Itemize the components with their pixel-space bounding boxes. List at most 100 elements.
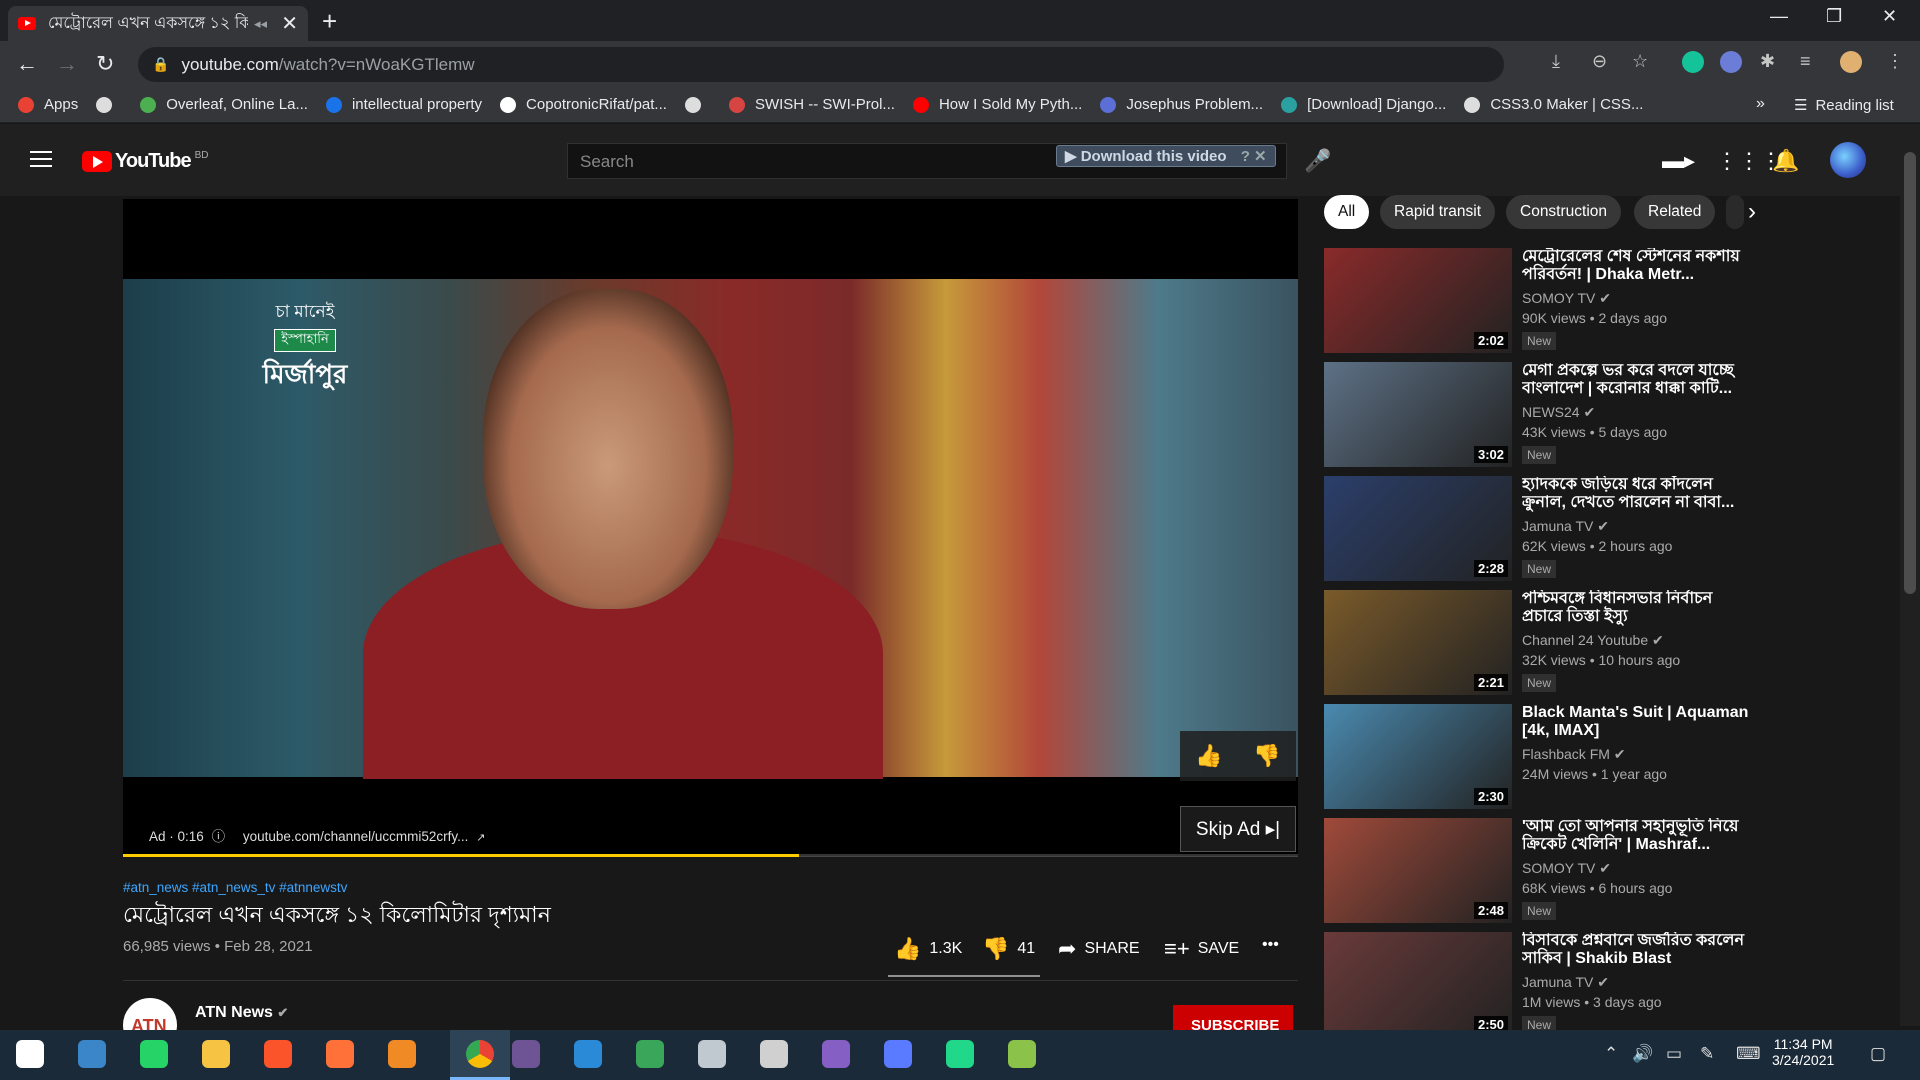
bookmark-item[interactable]: Apps	[18, 96, 78, 113]
back-icon[interactable]: ←	[16, 51, 38, 77]
menu-kebab-icon[interactable]: ⋮	[1886, 51, 1904, 72]
video-thumbnail[interactable]: 2:02	[1324, 248, 1512, 353]
ad-progress-bar[interactable]	[123, 854, 1298, 857]
taskbar-messenger-icon[interactable]	[884, 1040, 912, 1068]
recommendation-channel[interactable]: Channel 24 Youtube ✔	[1522, 632, 1664, 649]
video-thumbnail[interactable]: 2:30	[1324, 704, 1512, 809]
page-scrollbar[interactable]	[1900, 128, 1920, 1026]
notification-center-icon[interactable]: ▢	[1870, 1044, 1886, 1064]
recommendation-channel[interactable]: SOMOY TV ✔	[1522, 860, 1611, 877]
taskbar-search-icon[interactable]	[78, 1040, 106, 1068]
recommendation-item[interactable]: 2:48 'আম তো আপনার সহানুভূতি নিয়ে ক্রিকেট…	[1324, 818, 1754, 925]
create-video-icon[interactable]: ▬▸	[1662, 148, 1695, 174]
youtube-logo[interactable]: YouTube BD	[82, 150, 208, 173]
recommendation-item[interactable]: 2:50 বিসাবকে প্রশ্নবানে জর্জরিত করলেন সাক…	[1324, 932, 1754, 1039]
recommendation-channel[interactable]: SOMOY TV ✔	[1522, 290, 1611, 307]
install-icon[interactable]: ⤓	[1552, 51, 1560, 72]
recommendation-title[interactable]: পশ্চিমবঙ্গে বিধানসভার নির্বাচন প্রচারে ত…	[1522, 590, 1754, 628]
recommendation-item[interactable]: 2:02 মেট্রোরেলের শেষ স্টেশনের নকশায় পরিব…	[1324, 248, 1754, 355]
bookmark-item[interactable]: CopotronicRifat/pat...	[500, 96, 667, 113]
tab-close-icon[interactable]: ✕	[281, 11, 298, 36]
chip-related[interactable]: Related	[1634, 195, 1716, 229]
reload-icon[interactable]: ↻	[96, 51, 114, 77]
recommendation-item[interactable]: 2:30 Black Manta's Suit | Aquaman [4k, IM…	[1324, 704, 1754, 811]
bookmark-item[interactable]	[684, 96, 711, 113]
ad-like-icon[interactable]: 👍	[1195, 743, 1222, 769]
voice-search-icon[interactable]: 🎤	[1304, 148, 1331, 174]
guide-menu-icon[interactable]	[30, 151, 52, 167]
taskbar-app-satellite-icon[interactable]	[760, 1040, 788, 1068]
notifications-bell-icon[interactable]: 🔔	[1772, 148, 1799, 174]
taskbar-app-orange-icon[interactable]	[388, 1040, 416, 1068]
video-frame[interactable]: চা মানেই ইস্পাহানি মির্জাপুর 👍 👎 Skip Ad…	[123, 279, 1298, 852]
taskbar-vscode-icon[interactable]	[574, 1040, 602, 1068]
recommendation-title[interactable]: মেগা প্রকল্পে ভর করে বদলে যাচ্ছে বাংলাদে…	[1522, 362, 1754, 400]
taskbar-firefox-icon[interactable]	[326, 1040, 354, 1068]
account-avatar[interactable]	[1830, 142, 1866, 178]
network-icon[interactable]: ▭	[1666, 1044, 1682, 1064]
download-extras[interactable]: ? ✕	[1241, 148, 1267, 165]
new-tab-button[interactable]: +	[322, 6, 337, 37]
chip-rapid-transit[interactable]: Rapid transit	[1380, 195, 1496, 229]
ad-dislike-icon[interactable]: 👎	[1253, 743, 1280, 769]
minimize-button[interactable]: —	[1770, 6, 1788, 27]
video-thumbnail[interactable]: 2:28	[1324, 476, 1512, 581]
zoom-icon[interactable]: ⊖	[1592, 51, 1607, 72]
bookmark-item[interactable]: Overleaf, Online La...	[140, 96, 308, 113]
recommendation-title[interactable]: বিসাবকে প্রশ্নবানে জর্জরিত করলেন সাকিব |…	[1522, 932, 1754, 970]
recommendation-item[interactable]: 2:21 পশ্চিমবঙ্গে বিধানসভার নির্বাচন প্রচা…	[1324, 590, 1754, 697]
taskbar-app-chart-icon[interactable]	[1008, 1040, 1036, 1068]
bookmarks-overflow-button[interactable]: »	[1756, 95, 1765, 113]
chips-next-icon[interactable]: ›	[1748, 198, 1756, 226]
info-icon[interactable]: ⓘ	[212, 829, 226, 844]
download-video-button[interactable]: ▶ Download this video ? ✕	[1056, 145, 1276, 167]
scrollbar-thumb[interactable]	[1904, 152, 1916, 594]
taskbar-pycharm-icon[interactable]	[946, 1040, 974, 1068]
bookmark-item[interactable]: CSS3.0 Maker | CSS...	[1464, 96, 1643, 113]
address-bar[interactable]: 🔒 youtube.com /watch?v=nWoaKGTlemw	[138, 47, 1504, 82]
chip-partial[interactable]	[1726, 195, 1744, 229]
hashtags[interactable]: #atn_news #atn_news_tv #atnnewstv	[123, 880, 347, 895]
recommendation-item[interactable]: 3:02 মেগা প্রকল্পে ভর করে বদলে যাচ্ছে বাং…	[1324, 362, 1754, 469]
like-button[interactable]: 👍 1.3K	[894, 936, 962, 962]
chip-construction[interactable]: Construction	[1506, 195, 1622, 229]
pen-icon[interactable]: ✎	[1700, 1044, 1714, 1064]
media-control-icon[interactable]: ≡	[1800, 51, 1811, 72]
taskbar-brave-icon[interactable]	[264, 1040, 292, 1068]
taskbar-visual-studio-icon[interactable]	[822, 1040, 850, 1068]
clock[interactable]: 11:34 PM 3/24/2021	[1772, 1036, 1834, 1068]
recommendation-channel[interactable]: Flashback FM ✔	[1522, 746, 1626, 763]
recommendation-item[interactable]: 2:28 হ্যাদককে জড়িয়ে ধরে কাঁদলেন ক্রুনাল…	[1324, 476, 1754, 583]
recommendation-title[interactable]: Black Manta's Suit | Aquaman [4k, IMAX]	[1522, 704, 1754, 742]
bookmark-item[interactable]: How I Sold My Pyth...	[912, 96, 1082, 113]
taskbar-github-icon[interactable]	[512, 1040, 540, 1068]
skip-ad-button[interactable]: Skip Ad ▸|	[1180, 806, 1296, 852]
taskbar-app-cloud-icon[interactable]	[698, 1040, 726, 1068]
bookmark-item[interactable]	[96, 96, 122, 113]
taskbar-whatsapp-icon[interactable]	[140, 1040, 168, 1068]
restore-button[interactable]: ❐	[1826, 6, 1842, 27]
grammarly-extension-icon[interactable]	[1682, 51, 1704, 73]
recommendation-title[interactable]: মেট্রোরেলের শেষ স্টেশনের নকশায় পরিবর্তন…	[1522, 248, 1754, 286]
recommendation-channel[interactable]: Jamuna TV ✔	[1522, 974, 1609, 991]
ad-url-link[interactable]: youtube.com/channel/uccmmi52crfy...	[243, 829, 469, 844]
more-actions-button[interactable]: •••	[1262, 936, 1279, 954]
channel-name[interactable]: ATN News ✔	[195, 1004, 288, 1022]
video-thumbnail[interactable]: 2:21	[1324, 590, 1512, 695]
recommendation-title[interactable]: হ্যাদককে জড়িয়ে ধরে কাঁদলেন ক্রুনাল, দে…	[1522, 476, 1754, 514]
save-button[interactable]: ≡+ SAVE	[1164, 936, 1239, 962]
recommendation-title[interactable]: 'আম তো আপনার সহানুভূতি নিয়ে ক্রিকেট খেল…	[1522, 818, 1754, 856]
bookmark-item[interactable]: [Download] Django...	[1281, 96, 1446, 113]
bookmark-star-icon[interactable]: ☆	[1632, 51, 1648, 72]
recommendation-channel[interactable]: NEWS24 ✔	[1522, 404, 1595, 421]
volume-icon[interactable]: 🔊	[1632, 1044, 1653, 1064]
extension-icon[interactable]	[1720, 51, 1742, 73]
video-thumbnail[interactable]: 3:02	[1324, 362, 1512, 467]
bookmark-item[interactable]: intellectual property	[325, 96, 482, 113]
taskbar-chrome-icon[interactable]	[450, 1030, 510, 1080]
recommendation-channel[interactable]: Jamuna TV ✔	[1522, 518, 1609, 535]
tray-chevron-icon[interactable]: ⌃	[1604, 1044, 1618, 1064]
chip-all[interactable]: All	[1324, 195, 1370, 229]
tab-audio-icon[interactable]: ◂◂	[254, 16, 267, 32]
share-button[interactable]: ➦ SHARE	[1058, 936, 1140, 962]
